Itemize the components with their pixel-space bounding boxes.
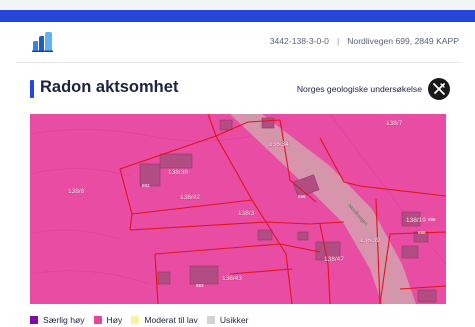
separator: | bbox=[336, 36, 340, 46]
legend-item-saerlig-hoy: Særlig høy bbox=[30, 315, 85, 325]
legend-label: Usikker bbox=[219, 315, 249, 325]
legend-swatch bbox=[30, 316, 38, 324]
legend-swatch bbox=[131, 316, 140, 324]
radon-map[interactable]: 138/7 138/34 138/8 138/38 138/42 138/3 1… bbox=[30, 114, 446, 304]
legend-swatch bbox=[206, 316, 215, 324]
title-accent-bar bbox=[30, 80, 34, 98]
parcel-label: 138/39 bbox=[360, 237, 380, 244]
property-address: Nordlivegen 699, 2849 KAPP bbox=[347, 36, 459, 46]
map-canvas[interactable]: 138/7 138/34 138/8 138/38 138/42 138/3 1… bbox=[30, 114, 446, 304]
building-number: 663 bbox=[196, 283, 204, 288]
building-number: 698 bbox=[418, 230, 426, 235]
parcel-label: 138/3 bbox=[238, 210, 255, 217]
legend-item-usikker: Usikker bbox=[206, 315, 249, 325]
data-source-label: Norges geologiske undersøkelse bbox=[296, 84, 422, 94]
section-header: Radon aktsomhet Norges geologiske unders… bbox=[30, 78, 460, 102]
parcel-label: 138/42 bbox=[180, 194, 200, 201]
legend-label: Moderat til lav bbox=[144, 315, 198, 325]
parcel-label: 138/34 bbox=[269, 141, 289, 148]
legend-swatch bbox=[93, 316, 102, 324]
top-background bbox=[0, 0, 475, 10]
header: 3442-138-3-0-0 | Nordlivegen 699, 2849 KAP… bbox=[0, 22, 475, 62]
parcel-label: 138/8 bbox=[68, 188, 85, 195]
building-number: 699 bbox=[298, 194, 306, 199]
legend: Særlig høy Høy Moderat til lav Usikker bbox=[30, 314, 257, 326]
legend-label: Høy bbox=[106, 315, 123, 325]
section-title: Radon aktsomhet bbox=[40, 78, 179, 96]
legend-label: Særlig høy bbox=[43, 315, 85, 325]
building-number: 693 bbox=[142, 183, 150, 188]
legend-item-hoy: Høy bbox=[93, 315, 123, 325]
ngu-logo-icon[interactable] bbox=[428, 78, 450, 100]
building-number: 696 bbox=[428, 217, 436, 222]
brand-bar bbox=[0, 10, 475, 22]
parcel-label: 138/38 bbox=[168, 169, 188, 176]
legend-item-moderat: Moderat til lav bbox=[131, 315, 198, 325]
parcel-label: 138/7 bbox=[386, 120, 403, 127]
property-address-line: 3442-138-3-0-0 | Nordlivegen 699, 2849 KAP… bbox=[270, 36, 459, 46]
parcel-label: 138/43 bbox=[222, 275, 242, 282]
header-divider bbox=[16, 62, 461, 63]
parcel-label: 138/47 bbox=[324, 256, 344, 263]
logo-icon[interactable] bbox=[31, 32, 55, 52]
property-id: 3442-138-3-0-0 bbox=[269, 36, 329, 46]
parcel-label: 138/19 bbox=[406, 217, 426, 224]
